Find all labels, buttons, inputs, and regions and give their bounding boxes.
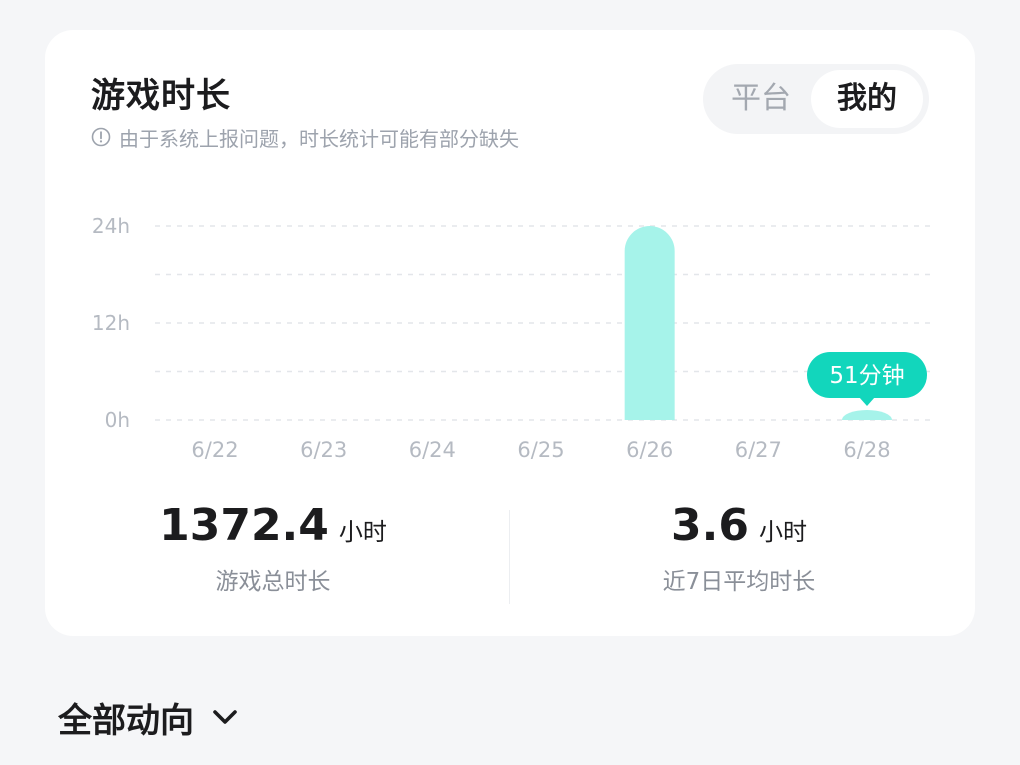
chart-bar: [624, 226, 675, 420]
x-tick-label: 6/27: [735, 438, 782, 462]
stat-total-unit: 小时: [338, 518, 387, 546]
x-tick-label: 6/26: [626, 438, 673, 462]
stat-divider: [509, 510, 510, 604]
all-activity-dropdown[interactable]: 全部动向: [58, 694, 240, 741]
x-tick-label: 6/28: [843, 438, 890, 462]
stat-total: 1372.4 小时 游戏总时长: [73, 500, 473, 596]
x-tick-label: 6/23: [300, 438, 347, 462]
y-tick-label: 12h: [92, 311, 130, 335]
tooltip-text: 51分钟: [829, 363, 904, 389]
y-tick-label: 0h: [105, 408, 130, 432]
play-time-chart: 24h 12h 0h 6/22 6/23 6/24 6/25 6/26 6/27 6/28 51分钟: [92, 214, 930, 462]
stat-avg: 3.6 小时 近7日平均时长: [539, 500, 939, 596]
tooltip-pointer: [859, 397, 875, 406]
x-tick-label: 6/22: [191, 438, 238, 462]
chart-bar: [842, 410, 892, 420]
game-time-card: 游戏时长 由于系统上报问题，时长统计可能有部分缺失 平台 我的 24h 12h 0h…: [45, 30, 975, 636]
stat-avg-label: 近7日平均时长: [662, 569, 816, 595]
x-tick-label: 6/24: [409, 438, 456, 462]
section-title: 全部动向: [58, 700, 194, 741]
stat-avg-value: 3.6: [671, 500, 749, 551]
x-tick-label: 6/25: [517, 438, 564, 462]
stat-avg-unit: 小时: [758, 518, 807, 546]
y-tick-label: 24h: [92, 214, 130, 238]
chevron-down-icon: [213, 710, 237, 724]
stat-total-label: 游戏总时长: [215, 569, 331, 595]
stat-total-value: 1372.4: [159, 500, 329, 551]
